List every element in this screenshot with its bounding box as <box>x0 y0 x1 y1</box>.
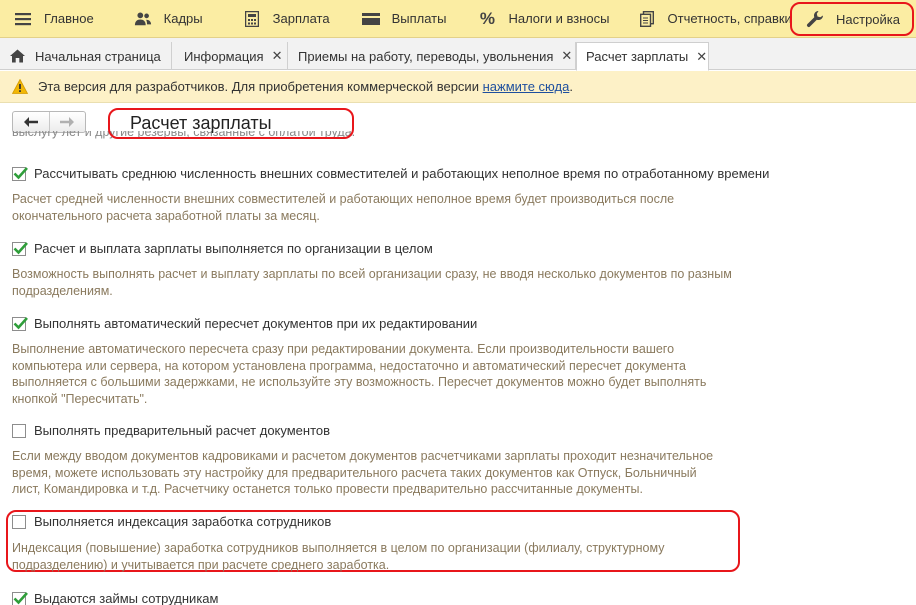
menu-item-label: Налоги и взносы <box>508 11 610 26</box>
checkbox[interactable] <box>12 241 28 256</box>
hamburger-icon <box>14 10 32 28</box>
menu-item-label: Настройка <box>836 11 900 27</box>
people-icon <box>134 10 152 28</box>
option-description: Возможность выполнять расчет и выплату з… <box>12 267 732 298</box>
option-average-headcount[interactable]: Рассчитывать среднюю численность внешних… <box>12 166 769 181</box>
option-earnings-indexation[interactable]: Выполняется индексация заработка сотрудн… <box>12 514 331 529</box>
buy-link[interactable]: нажмите сюда <box>483 79 570 94</box>
option-label: Выполнять предварительный расчет докумен… <box>34 423 331 438</box>
tab-label: Начальная страница <box>35 48 161 64</box>
option-description: Если между вводом документов кадровиками… <box>12 449 714 496</box>
checkbox[interactable] <box>12 423 26 438</box>
menu-item-salary[interactable]: Зарплата <box>229 0 342 38</box>
checkmark-icon <box>13 316 28 329</box>
menu-item-settings[interactable]: Настройка <box>790 2 914 36</box>
wrench-icon <box>806 10 824 28</box>
forward-button[interactable] <box>48 112 86 132</box>
option-org-wide-payroll[interactable]: Расчет и выплата зарплаты выполняется по… <box>12 241 433 256</box>
menu-item-main[interactable]: Главное <box>0 0 106 38</box>
tab-home[interactable]: Начальная страница <box>0 42 172 70</box>
option-label: Рассчитывать среднюю численность внешних… <box>34 166 770 181</box>
option-label: Расчет и выплата зарплаты выполняется по… <box>34 241 433 256</box>
option-description: Индексация (повышение) заработка сотрудн… <box>12 541 665 572</box>
page-title: Расчет зарплаты <box>130 113 272 133</box>
wallet-icon <box>361 10 380 28</box>
option-description: Расчет средней численности внешних совме… <box>12 192 675 223</box>
option-auto-recalculation[interactable]: Выполнять автоматический пересчет докуме… <box>12 316 477 331</box>
checkmark-icon <box>13 166 28 179</box>
menu-item-reports[interactable]: Отчетность, справки <box>624 0 804 38</box>
notice-text: Эта версия для разработчиков. Для приобр… <box>38 79 479 94</box>
menu-item-label: Главное <box>44 11 94 26</box>
home-icon <box>10 49 25 63</box>
menu-item-payments[interactable]: Выплаты <box>348 0 459 38</box>
checkmark-icon <box>13 241 28 254</box>
close-icon[interactable]: ✕ <box>696 49 707 65</box>
menu-item-taxes[interactable]: % Налоги и взносы <box>464 0 621 38</box>
menu-item-label: Зарплата <box>272 11 330 26</box>
arrow-left-icon <box>23 117 38 127</box>
back-button[interactable] <box>13 112 49 132</box>
option-label: Выдаются займы сотрудникам <box>34 591 219 605</box>
menu-item-hr[interactable]: Кадры <box>120 0 215 38</box>
reports-icon <box>638 10 656 28</box>
menu-item-label: Выплаты <box>391 11 447 26</box>
percent-icon: % <box>479 8 496 28</box>
notice-suffix: . <box>569 79 573 94</box>
checkbox[interactable] <box>12 316 28 331</box>
warning-icon <box>11 78 29 95</box>
checkbox[interactable] <box>12 166 28 181</box>
tab-label: Информация <box>184 48 264 64</box>
tab-hiring[interactable]: Приемы на работу, переводы, увольнения ✕ <box>288 42 576 70</box>
tab-information[interactable]: Информация ✕ <box>172 42 288 70</box>
close-icon[interactable]: ✕ <box>561 48 572 64</box>
main-menu-bar: Главное Кадры Зарплата Выплаты % Налоги … <box>0 0 916 38</box>
tab-payroll[interactable]: Расчет зарплаты ✕ <box>576 42 709 71</box>
option-label: Выполняется индексация заработка сотрудн… <box>34 514 332 529</box>
tab-bar: Начальная страница Информация ✕ Приемы н… <box>0 38 916 71</box>
option-preliminary-calculation[interactable]: Выполнять предварительный расчет докумен… <box>12 423 330 438</box>
option-label: Выполнять автоматический пересчет докуме… <box>34 316 478 331</box>
developer-notice: Эта версия для разработчиков. Для приобр… <box>0 71 916 103</box>
option-description: Выполнение автоматического пересчета сра… <box>12 342 707 406</box>
menu-item-label: Кадры <box>163 11 203 26</box>
checkmark-icon <box>13 591 28 604</box>
arrow-right-icon <box>60 117 75 127</box>
checkbox[interactable] <box>12 591 28 605</box>
close-icon[interactable]: ✕ <box>272 48 283 64</box>
history-navigation <box>12 111 86 133</box>
tab-label: Приемы на работу, переводы, увольнения <box>298 48 554 64</box>
menu-item-label: Отчетность, справки <box>667 11 792 26</box>
tab-label: Расчет зарплаты <box>586 49 689 64</box>
option-employee-loans[interactable]: Выдаются займы сотрудникам <box>12 591 218 605</box>
checkbox[interactable] <box>12 514 26 529</box>
calculator-icon <box>243 10 261 28</box>
